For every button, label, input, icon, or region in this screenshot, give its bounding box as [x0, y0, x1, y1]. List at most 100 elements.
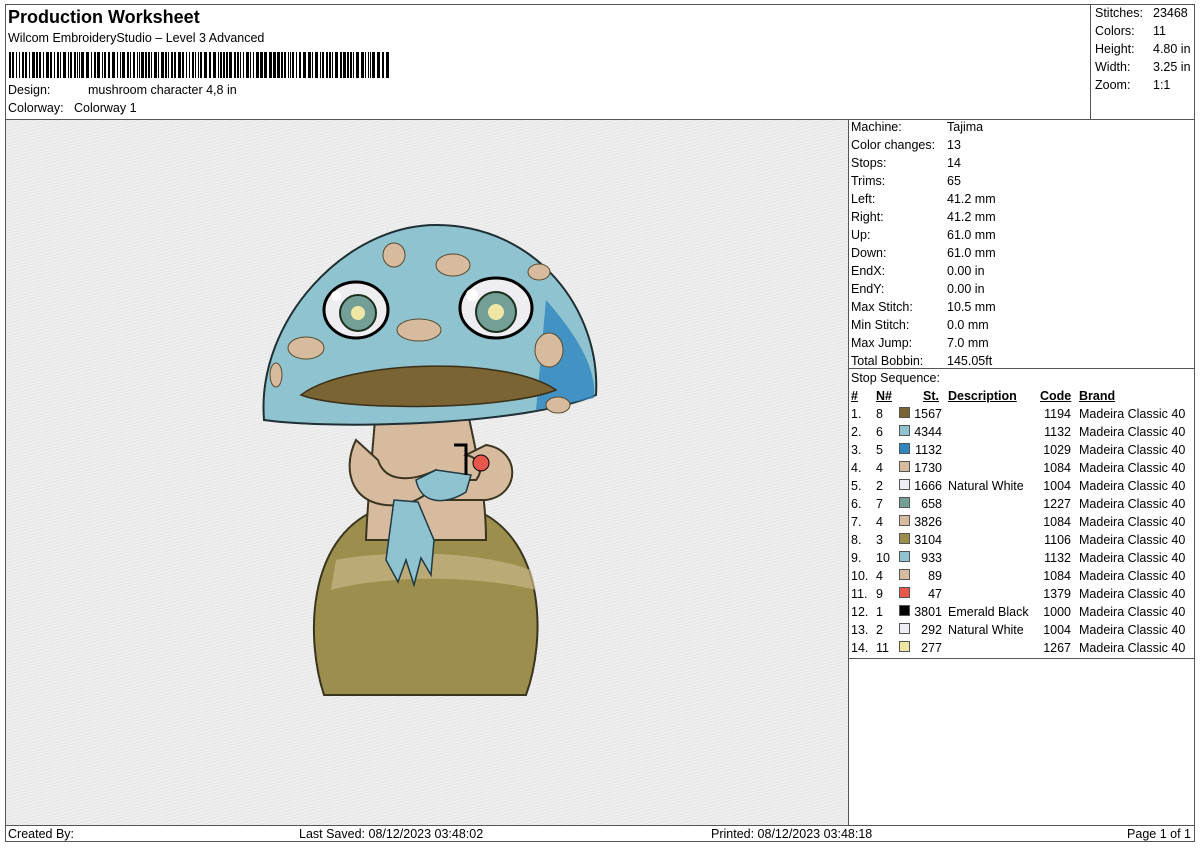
barcode-bar	[178, 52, 181, 78]
thread-brand: Madeira Classic 40	[1079, 533, 1186, 547]
machine-info-value: 13	[947, 138, 961, 152]
barcode-bar	[86, 52, 89, 78]
barcode-bar	[290, 52, 291, 78]
thread-description: Natural White	[948, 623, 1024, 637]
stop-sequence-row: 1. 8 1567 1194 Madeira Classic 40	[849, 407, 1195, 425]
barcode-bar	[171, 52, 173, 78]
barcode-bar	[154, 52, 157, 78]
color-swatch	[899, 461, 910, 472]
machine-info-row: Total Bobbin: 145.05ft	[851, 354, 992, 368]
stop-sequence-row: 2. 6 4344 1132 Madeira Classic 40	[849, 425, 1195, 443]
barcode-bar	[81, 52, 84, 78]
barcode-bar	[332, 52, 333, 78]
machine-info-row: Left: 41.2 mm	[851, 192, 996, 206]
barcode-bar	[296, 52, 297, 78]
color-swatch	[899, 551, 910, 562]
stop-sequence-row: 12. 1 3801 Emerald Black 1000 Madeira Classic…	[849, 605, 1195, 623]
sequence-divider	[849, 658, 1195, 659]
barcode-bar	[250, 52, 251, 78]
barcode-bar	[192, 52, 194, 78]
thread-code: 1084	[1043, 569, 1071, 583]
machine-info-label: Color changes:	[851, 138, 936, 152]
design-value: mushroom character 4,8 in	[88, 83, 237, 97]
barcode-bar	[229, 52, 232, 78]
stop-sequence-row: 14. 11 277 1267 Madeira Classic 40	[849, 641, 1195, 659]
machine-info-label: EndY:	[851, 282, 885, 296]
machine-info-label: Stops:	[851, 156, 887, 170]
barcode-bar	[237, 52, 239, 78]
software-name: Wilcom EmbroideryStudio – Level 3 Advanc…	[8, 31, 265, 45]
stitch-count: 89	[928, 569, 942, 583]
barcode-bar	[32, 52, 35, 78]
barcode-bar	[70, 52, 72, 78]
barcode-bar	[335, 52, 338, 78]
info-divider	[849, 368, 1195, 369]
thread-brand: Madeira Classic 40	[1079, 407, 1186, 421]
barcode-bar	[79, 52, 80, 78]
worksheet-header: Production Worksheet Wilcom EmbroiderySt…	[5, 4, 1090, 119]
machine-info-value: 41.2 mm	[947, 210, 996, 224]
machine-info-label: Max Jump:	[851, 336, 913, 350]
barcode-bar	[281, 52, 283, 78]
barcode-bar	[284, 52, 286, 78]
barcode-bar	[356, 52, 359, 78]
barcode-bar	[347, 52, 349, 78]
barcode-bar	[253, 52, 254, 78]
thread-code: 1132	[1044, 551, 1071, 565]
barcode-bar	[256, 52, 259, 78]
barcode-bar	[377, 52, 380, 78]
machine-info-label: Trims:	[851, 174, 886, 188]
machine-info-value: 0.00 in	[947, 282, 985, 296]
machine-info-row: Trims: 65	[851, 174, 961, 188]
barcode-bar	[264, 52, 267, 78]
machine-info-value: 61.0 mm	[947, 228, 996, 242]
needle-number: 4	[876, 461, 883, 475]
design-row: Design: mushroom character 4,8 in	[8, 83, 237, 97]
needle-number: 11	[876, 641, 889, 655]
barcode-bar	[303, 52, 306, 78]
machine-info-value: 0.00 in	[947, 264, 985, 278]
barcode-bar	[97, 52, 100, 78]
thread-code: 1106	[1044, 533, 1071, 547]
barcode-bar	[299, 52, 301, 78]
color-swatch	[899, 407, 910, 418]
barcode-bar	[12, 52, 14, 78]
thread-code: 1132	[1044, 425, 1071, 439]
barcode-bar	[315, 52, 318, 78]
stitch-count: 1567	[914, 407, 942, 421]
barcode-bar	[204, 52, 207, 78]
thread-code: 1267	[1043, 641, 1071, 655]
barcode-bar	[218, 52, 219, 78]
machine-info-row: EndY: 0.00 in	[851, 282, 985, 296]
stitch-count: 1132	[915, 443, 942, 457]
barcode-bar	[158, 52, 159, 78]
barcode-bar	[168, 52, 169, 78]
color-swatch	[899, 479, 910, 490]
machine-info-value: 10.5 mm	[947, 300, 996, 314]
machine-info-value: 0.0 mm	[947, 318, 989, 332]
thread-brand: Madeira Classic 40	[1079, 497, 1186, 511]
stop-sequence-label: Stop Sequence:	[851, 371, 940, 385]
color-swatch	[899, 533, 910, 544]
design-preview	[6, 120, 848, 825]
height-label: Height:	[1095, 42, 1135, 56]
barcode-bar	[22, 52, 24, 78]
stop-sequence-row: 11. 9 47 1379 Madeira Classic 40	[849, 587, 1195, 605]
color-swatch	[899, 605, 910, 616]
stitch-count: 292	[921, 623, 942, 637]
barcode-bar	[372, 52, 375, 78]
barcode-bar	[213, 52, 216, 78]
stitch-count: 3826	[914, 515, 942, 529]
stop-sequence-row: 9. 10 933 1132 Madeira Classic 40	[849, 551, 1195, 569]
barcode-bar	[361, 52, 364, 78]
col-num-header: #	[851, 389, 858, 403]
stop-number: 1.	[851, 407, 862, 421]
page-title: Production Worksheet	[8, 7, 200, 27]
needle-number: 3	[876, 533, 883, 547]
barcode-bar	[77, 52, 78, 78]
height-value: 4.80 in	[1153, 42, 1191, 56]
color-swatch	[899, 569, 910, 580]
barcode-bar	[365, 52, 366, 78]
stop-number: 10.	[851, 569, 869, 583]
barcode-bar	[269, 52, 272, 78]
